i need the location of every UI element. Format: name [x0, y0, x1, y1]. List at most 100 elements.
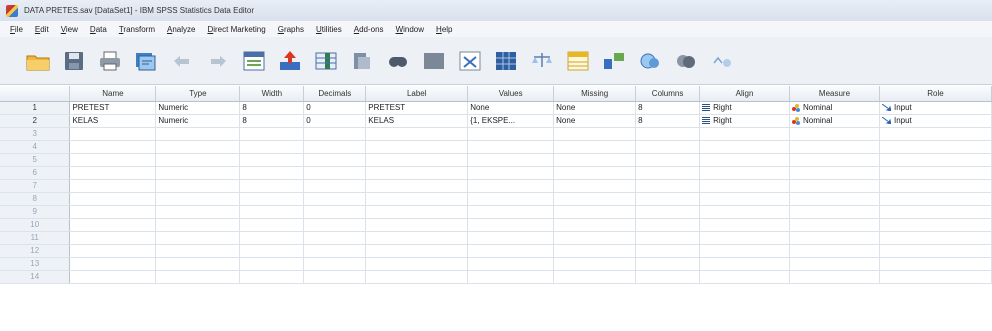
empty-cell[interactable] [635, 127, 701, 141]
empty-cell[interactable] [365, 166, 469, 180]
cell-label[interactable]: PRETEST [365, 101, 469, 115]
empty-cell[interactable] [467, 140, 555, 154]
empty-cell[interactable] [69, 179, 157, 193]
cell-align[interactable]: Right [699, 101, 791, 115]
empty-cell[interactable] [635, 257, 701, 271]
empty-cell[interactable] [69, 257, 157, 271]
empty-cell[interactable] [239, 179, 305, 193]
empty-cell[interactable] [699, 127, 791, 141]
empty-cell[interactable] [879, 153, 992, 167]
col-header-width[interactable]: Width [239, 86, 305, 102]
empty-cell[interactable] [303, 166, 367, 180]
empty-cell[interactable] [155, 205, 241, 219]
row-number[interactable]: 9 [0, 205, 71, 219]
empty-cell[interactable] [789, 205, 880, 219]
empty-cell[interactable] [635, 218, 701, 232]
empty-cell[interactable] [303, 231, 367, 245]
empty-cell[interactable] [789, 166, 880, 180]
menu-graphs[interactable]: Graphs [274, 25, 312, 34]
empty-cell[interactable] [69, 218, 157, 232]
empty-cell[interactable] [303, 270, 367, 284]
empty-cell[interactable] [155, 231, 241, 245]
empty-cell[interactable] [699, 153, 791, 167]
empty-cell[interactable] [699, 140, 791, 154]
menu-edit[interactable]: Edit [31, 25, 57, 34]
empty-cell[interactable] [467, 257, 555, 271]
cell-role[interactable]: Input [879, 114, 992, 128]
empty-cell[interactable] [467, 244, 555, 258]
empty-cell[interactable] [699, 231, 791, 245]
insert-variable-button[interactable] [454, 44, 486, 78]
empty-cell[interactable] [789, 153, 880, 167]
row-number[interactable]: 10 [0, 218, 71, 232]
empty-cell[interactable] [699, 270, 791, 284]
empty-cell[interactable] [879, 166, 992, 180]
empty-cell[interactable] [879, 179, 992, 193]
empty-cell[interactable] [699, 218, 791, 232]
cell-width[interactable]: 8 [239, 114, 305, 128]
empty-cell[interactable] [699, 257, 791, 271]
row-number[interactable]: 4 [0, 140, 71, 154]
empty-cell[interactable] [879, 127, 992, 141]
empty-cell[interactable] [635, 270, 701, 284]
descriptives-button[interactable] [346, 44, 378, 78]
empty-cell[interactable] [635, 140, 701, 154]
empty-cell[interactable] [553, 218, 637, 232]
split-file-button[interactable] [490, 44, 522, 78]
cell-values[interactable]: None [467, 101, 555, 115]
empty-cell[interactable] [239, 205, 305, 219]
empty-cell[interactable] [553, 140, 637, 154]
empty-cell[interactable] [69, 231, 157, 245]
empty-cell[interactable] [155, 140, 241, 154]
empty-cell[interactable] [635, 205, 701, 219]
menu-add-ons[interactable]: Add-ons [350, 25, 392, 34]
empty-cell[interactable] [467, 153, 555, 167]
goto-case-button[interactable] [238, 44, 270, 78]
empty-cell[interactable] [467, 127, 555, 141]
empty-cell[interactable] [553, 179, 637, 193]
cell-measure[interactable]: Nominal [789, 114, 880, 128]
empty-cell[interactable] [789, 192, 880, 206]
row-number[interactable]: 2 [0, 114, 71, 128]
empty-cell[interactable] [553, 257, 637, 271]
empty-cell[interactable] [69, 205, 157, 219]
empty-cell[interactable] [879, 192, 992, 206]
empty-cell[interactable] [699, 179, 791, 193]
empty-cell[interactable] [467, 166, 555, 180]
cell-label[interactable]: KELAS [365, 114, 469, 128]
variable-sets-button[interactable] [634, 44, 666, 78]
empty-cell[interactable] [239, 153, 305, 167]
empty-cell[interactable] [365, 231, 469, 245]
empty-cell[interactable] [155, 270, 241, 284]
col-header-decimals[interactable]: Decimals [303, 86, 367, 102]
open-folder-button[interactable] [22, 44, 54, 78]
empty-cell[interactable] [365, 218, 469, 232]
empty-cell[interactable] [635, 179, 701, 193]
col-header-missing[interactable]: Missing [553, 86, 637, 102]
empty-cell[interactable] [699, 244, 791, 258]
undo-button[interactable] [166, 44, 198, 78]
empty-cell[interactable] [303, 192, 367, 206]
corner-cell[interactable] [0, 86, 71, 102]
insert-cases-button[interactable] [418, 44, 450, 78]
row-number[interactable]: 6 [0, 166, 71, 180]
col-header-align[interactable]: Align [699, 86, 791, 102]
row-number[interactable]: 7 [0, 179, 71, 193]
empty-cell[interactable] [365, 153, 469, 167]
cell-measure[interactable]: Nominal [789, 101, 880, 115]
empty-cell[interactable] [303, 244, 367, 258]
empty-cell[interactable] [69, 244, 157, 258]
cell-type[interactable]: Numeric [155, 101, 241, 115]
empty-cell[interactable] [467, 270, 555, 284]
empty-cell[interactable] [553, 270, 637, 284]
menu-transform[interactable]: Transform [115, 25, 163, 34]
empty-cell[interactable] [789, 270, 880, 284]
empty-cell[interactable] [155, 192, 241, 206]
show-all-variables-button[interactable] [670, 44, 702, 78]
empty-cell[interactable] [239, 192, 305, 206]
empty-cell[interactable] [789, 231, 880, 245]
empty-cell[interactable] [239, 140, 305, 154]
cell-align[interactable]: Right [699, 114, 791, 128]
cell-decimals[interactable]: 0 [303, 101, 367, 115]
row-number[interactable]: 5 [0, 153, 71, 167]
